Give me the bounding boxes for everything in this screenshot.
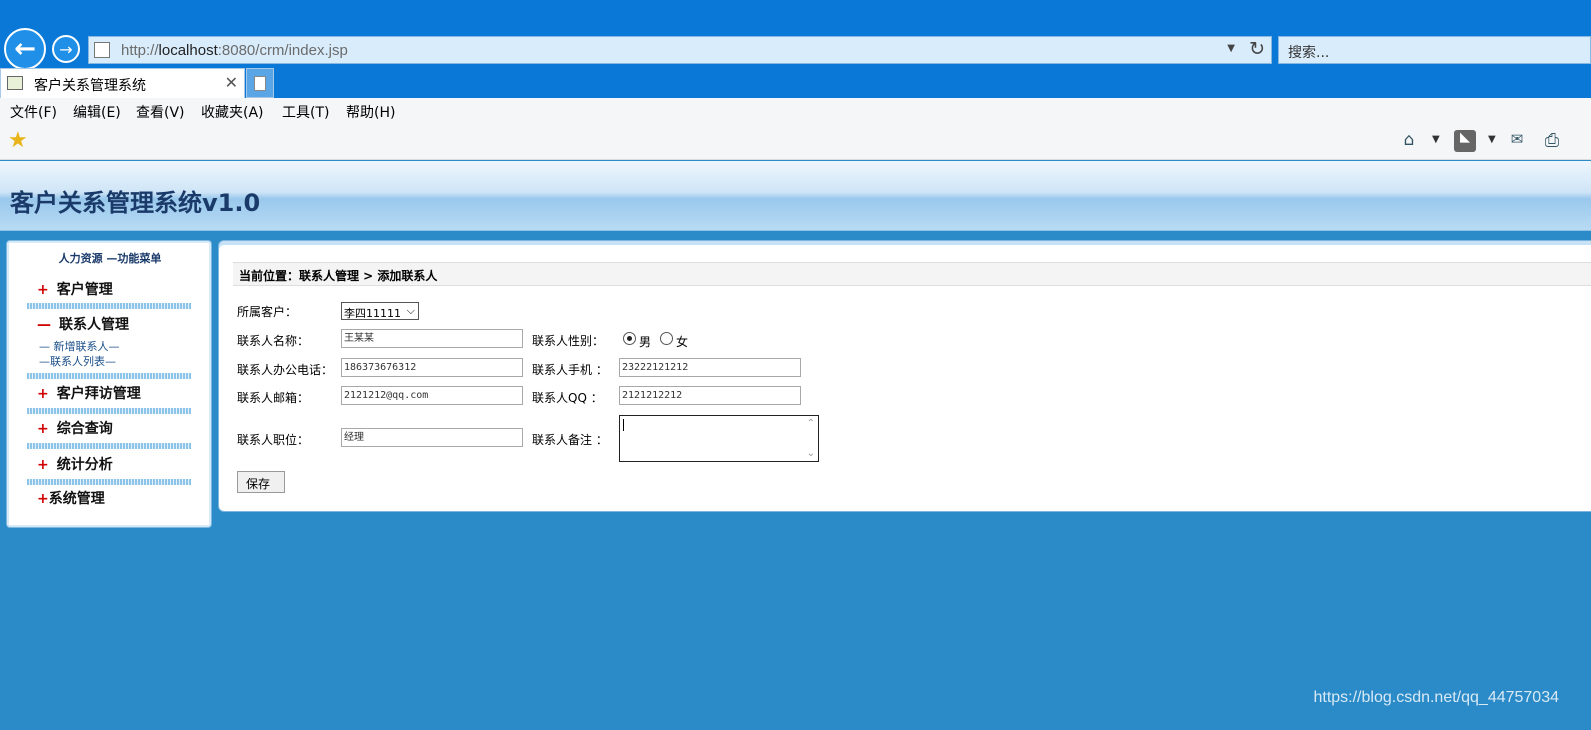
sidebar: 人力资源 —功能菜单 + 客户管理 — 联系人管理 — 新增联系人— —联系人列表—… — [6, 240, 212, 528]
qq-field[interactable]: 2121212212 — [619, 386, 801, 405]
qq-label: 联系人QQ ： — [532, 391, 603, 405]
sidebar-title: 人力资源 —功能菜单 — [58, 252, 162, 265]
contact-name-label: 联系人名称： — [237, 334, 310, 348]
remark-textarea[interactable]: ⌃ ⌄ — [619, 415, 819, 462]
customer-select-value: 李四11111 — [344, 307, 401, 320]
position-field[interactable]: 经理 — [341, 428, 523, 447]
browser-tab[interactable]: 客户关系管理系统 ✕ — [0, 68, 245, 98]
sidebar-divider — [27, 303, 191, 309]
tab-title: 客户关系管理系统 — [34, 78, 146, 94]
radio-selected-dot — [627, 336, 632, 341]
expand-plus-icon: + — [37, 491, 49, 507]
new-tab-icon — [254, 76, 266, 91]
breadcrumb-text: 当前位置：联系人管理 > 添加联系人 — [239, 269, 438, 283]
home-dropdown-icon[interactable]: ▼ — [1432, 134, 1440, 145]
sidebar-divider — [27, 443, 191, 449]
position-label: 联系人职位： — [237, 433, 310, 447]
sidebar-divider — [27, 408, 191, 414]
search-placeholder: 搜索... — [1288, 45, 1330, 61]
main-panel: 当前位置：联系人管理 > 添加联系人 所属客户： 李四11111 ⌵ 联系人名称… — [218, 240, 1591, 512]
mobile-label: 联系人手机 ： — [532, 363, 608, 377]
address-bar[interactable]: http://localhost:8080/crm/index.jsp ▼ ↻ — [88, 36, 1272, 64]
print-icon[interactable]: ⎙ — [1541, 130, 1563, 152]
contact-name-field[interactable]: 王某某 — [341, 329, 523, 348]
mobile-field[interactable]: 23222121212 — [619, 358, 801, 377]
sidebar-item-statistics[interactable]: + 统计分析 — [37, 454, 113, 474]
menu-bar: 文件(F) 编辑(E) 查看(V) 收藏夹(A) 工具(T) 帮助(H) — [0, 98, 1591, 124]
mail-icon[interactable]: ✉ — [1506, 130, 1528, 152]
new-tab-button[interactable] — [246, 68, 274, 98]
office-phone-field[interactable]: 186373676312 — [341, 358, 523, 377]
remark-label: 联系人备注 ： — [532, 433, 608, 447]
menu-edit[interactable]: 编辑(E) — [73, 102, 121, 122]
forward-arrow-icon[interactable]: → — [52, 35, 80, 63]
sidebar-item-query[interactable]: + 综合查询 — [37, 418, 113, 438]
menu-view[interactable]: 查看(V) — [136, 102, 185, 122]
refresh-icon[interactable]: ↻ — [1249, 38, 1265, 60]
sidebar-divider — [27, 373, 191, 379]
gender-female-radio[interactable] — [660, 332, 673, 345]
menu-help[interactable]: 帮助(H) — [346, 102, 395, 122]
feed-dropdown-icon[interactable]: ▼ — [1488, 134, 1496, 145]
sidebar-subitem-contact-list[interactable]: —联系人列表— — [39, 353, 116, 369]
email-label: 联系人邮箱： — [237, 391, 310, 405]
expand-plus-icon: + — [37, 457, 49, 473]
close-icon[interactable]: ✕ — [225, 73, 238, 92]
text-caret — [623, 419, 624, 431]
watermark: https://blog.csdn.net/qq_44757034 — [1313, 689, 1559, 706]
sidebar-item-contact-management[interactable]: — 联系人管理 — [37, 314, 129, 334]
expand-plus-icon: + — [37, 282, 49, 298]
browser-titlebar: ← → http://localhost:8080/crm/index.jsp … — [0, 0, 1591, 98]
collapse-minus-icon: — — [37, 317, 51, 333]
contact-gender-label: 联系人性别： — [532, 334, 605, 348]
email-field[interactable]: 2121212@qq.com — [341, 386, 523, 405]
tab-favicon-icon — [7, 76, 23, 90]
gender-male-radio[interactable] — [623, 332, 636, 345]
sidebar-divider — [27, 479, 191, 485]
scroll-down-icon[interactable]: ⌄ — [807, 448, 815, 459]
scroll-up-icon[interactable]: ⌃ — [807, 418, 815, 429]
menu-tools[interactable]: 工具(T) — [282, 102, 329, 122]
search-box[interactable]: 搜索... — [1278, 36, 1591, 64]
menu-file[interactable]: 文件(F) — [10, 102, 57, 122]
sidebar-subitem-add-contact[interactable]: — 新增联系人— — [39, 338, 120, 354]
address-url[interactable]: http://localhost:8080/crm/index.jsp — [121, 42, 348, 59]
app-header: 客户关系管理系统v1.0 — [0, 161, 1591, 231]
expand-plus-icon: + — [37, 386, 49, 402]
sidebar-item-system-management[interactable]: +系统管理 — [37, 488, 105, 508]
expand-plus-icon: + — [37, 421, 49, 437]
menu-favorites[interactable]: 收藏夹(A) — [201, 102, 264, 122]
back-arrow-icon[interactable]: ← — [4, 28, 46, 70]
page-favicon-icon — [94, 42, 110, 58]
add-favorite-star-icon[interactable]: ★ — [8, 128, 28, 153]
sidebar-item-customer-management[interactable]: + 客户管理 — [37, 279, 113, 299]
home-icon[interactable]: ⌂ — [1398, 130, 1420, 152]
address-dropdown-icon[interactable]: ▼ — [1227, 43, 1235, 54]
breadcrumb: 当前位置：联系人管理 > 添加联系人 — [233, 262, 1591, 286]
save-button[interactable]: 保存 — [237, 471, 285, 493]
favorites-bar: ★ ⌂ ▼ ◣ ▼ ✉ ⎙ — [0, 124, 1591, 160]
office-phone-label: 联系人办公电话： — [237, 363, 334, 377]
sidebar-item-visit-management[interactable]: + 客户拜访管理 — [37, 383, 141, 403]
customer-label: 所属客户： — [237, 305, 298, 319]
chevron-down-icon: ⌵ — [406, 304, 415, 317]
gender-male-label: 男 — [639, 335, 652, 349]
gender-female-label: 女 — [676, 335, 689, 349]
rss-feed-icon[interactable]: ◣ — [1454, 130, 1476, 152]
app-title: 客户关系管理系统v1.0 — [10, 189, 261, 217]
customer-select[interactable]: 李四11111 ⌵ — [341, 302, 419, 320]
